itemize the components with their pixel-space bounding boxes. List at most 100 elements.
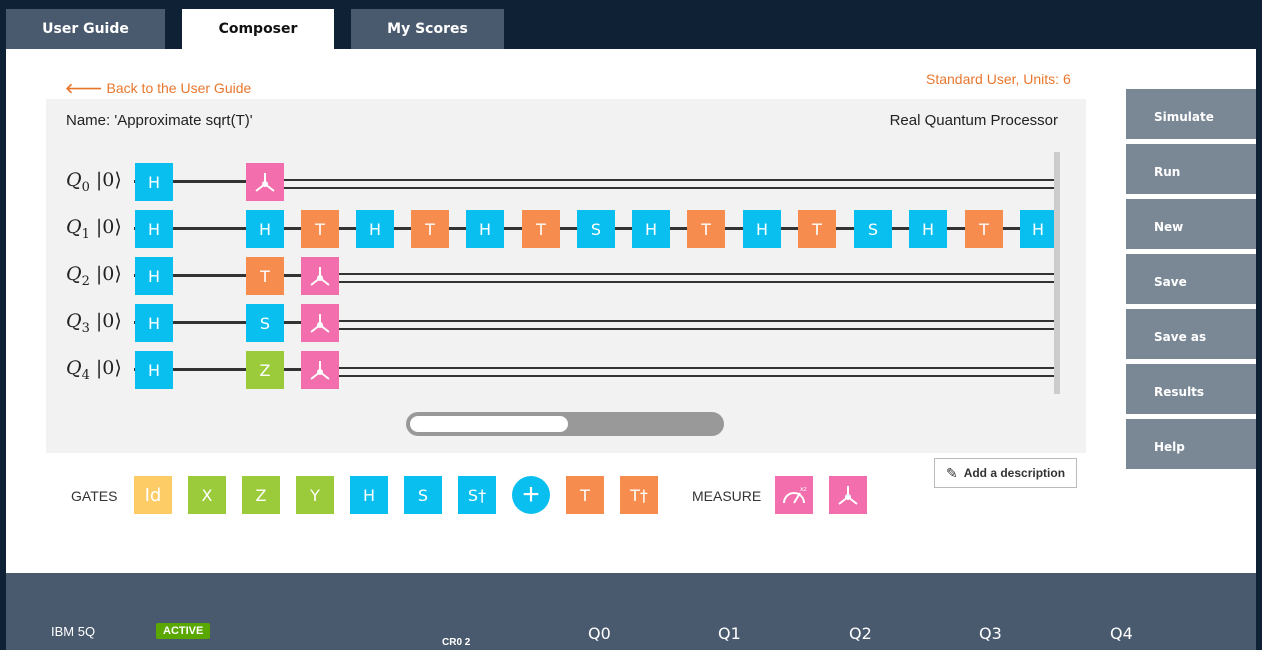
palette-gate-x[interactable]: X <box>188 476 226 514</box>
circuit-gate-z[interactable]: Z <box>246 351 284 389</box>
circuit-gate-h[interactable]: H <box>1020 210 1056 248</box>
circuit-gate-h[interactable]: H <box>135 257 173 295</box>
ket-zero: |0⟩ <box>95 216 122 238</box>
qubit-label-2: Q2 |0⟩ <box>66 263 122 289</box>
ket-zero: |0⟩ <box>95 357 122 379</box>
measure-gate[interactable] <box>246 163 284 201</box>
qubit-letter: Q <box>66 357 82 379</box>
palette-measure-bloch[interactable]: xz <box>775 476 813 514</box>
measure-gate[interactable] <box>301 257 339 295</box>
qubit-label-3: Q3 |0⟩ <box>66 310 122 336</box>
composer-panel: 🡐 Back to the User Guide Standard User, U… <box>6 49 1256 573</box>
back-to-user-guide-link[interactable]: 🡐 Back to the User Guide <box>65 80 251 97</box>
classical-wire-q0 <box>284 179 1056 181</box>
horizontal-scrollbar[interactable] <box>406 412 724 436</box>
circuit-gate-t[interactable]: T <box>687 210 725 248</box>
circuit-gate-t[interactable]: T <box>246 257 284 295</box>
back-link-label: Back to the User Guide <box>106 80 252 96</box>
circuit-gate-s[interactable]: S <box>577 210 615 248</box>
palette-gate-t[interactable]: T <box>566 476 604 514</box>
measure-gate[interactable] <box>301 304 339 342</box>
qubit-label-4: Q4 |0⟩ <box>66 357 122 383</box>
help-button[interactable]: Help <box>1126 419 1256 469</box>
circuit-gate-t[interactable]: T <box>411 210 449 248</box>
qubit-letter: Q <box>66 310 82 332</box>
new-button[interactable]: New <box>1126 199 1256 249</box>
circuit-name: Name: 'Approximate sqrt(T)' <box>66 112 253 129</box>
run-button[interactable]: Run <box>1126 144 1256 194</box>
circuit-gate-h[interactable]: H <box>743 210 781 248</box>
classical-wire-q3 <box>338 328 1056 330</box>
gauge-icon: xz <box>783 486 807 504</box>
circuit-gate-t[interactable]: T <box>965 210 1003 248</box>
circuit-gate-t[interactable]: T <box>798 210 836 248</box>
palette-gate-id[interactable]: Id <box>134 476 172 514</box>
status-badge: ACTIVE <box>156 623 211 639</box>
ket-zero: |0⟩ <box>95 263 122 285</box>
classical-register-label: CR0 2 <box>442 637 471 648</box>
tab-composer[interactable]: Composer <box>182 9 334 49</box>
classical-wire-q2 <box>338 281 1056 283</box>
measure-z-icon <box>838 486 858 505</box>
circuit-gate-h[interactable]: H <box>135 351 173 389</box>
circuit-gate-h[interactable]: H <box>135 304 173 342</box>
circuit-gate-s[interactable]: S <box>246 304 284 342</box>
tab-user-guide[interactable]: User Guide <box>6 9 165 49</box>
simulate-button[interactable]: Simulate <box>1126 89 1256 139</box>
circuit-gate-h[interactable]: H <box>356 210 394 248</box>
measure-z-icon <box>255 173 275 192</box>
footer-qubit-q0: Q0 <box>588 624 611 643</box>
palette-gate-s[interactable]: S <box>404 476 442 514</box>
footer-qubit-q3: Q3 <box>979 624 1002 643</box>
qubit-index: 4 <box>81 367 90 383</box>
palette-gate-y[interactable]: Y <box>296 476 334 514</box>
gates-label: GATES <box>71 488 118 504</box>
circuit-gate-s[interactable]: S <box>854 210 892 248</box>
circuit-gate-t[interactable]: T <box>301 210 339 248</box>
circuit-gate-t[interactable]: T <box>522 210 560 248</box>
palette-gate-z[interactable]: Z <box>242 476 280 514</box>
user-units: Standard User, Units: 6 <box>926 71 1071 87</box>
add-description-label: Add a description <box>963 466 1066 480</box>
footer-qubit-q1: Q1 <box>718 624 741 643</box>
palette-gate-cnot[interactable]: + <box>512 476 550 514</box>
circuit-gate-h[interactable]: H <box>135 163 173 201</box>
measure-z-icon <box>310 361 330 380</box>
classical-wire-q4 <box>338 375 1056 377</box>
backend-name: Real Quantum Processor <box>889 112 1058 129</box>
palette-measure-z[interactable] <box>829 476 867 514</box>
measure-gate[interactable] <box>301 351 339 389</box>
footer-qubit-q2: Q2 <box>849 624 872 643</box>
classical-wire-q4 <box>338 367 1056 369</box>
ket-zero: |0⟩ <box>95 169 122 191</box>
save-as-button[interactable]: Save as <box>1126 309 1256 359</box>
circuit-editor[interactable]: Name: 'Approximate sqrt(T)' Real Quantum… <box>46 99 1086 453</box>
palette-gate-tdg[interactable]: T† <box>620 476 658 514</box>
device-footer: IBM 5Q ACTIVE CR0 2 Q0 Q1 Q2 Q3 Q4 <box>6 573 1256 650</box>
circuit-gate-h[interactable]: H <box>909 210 947 248</box>
palette-gate-sdg[interactable]: S† <box>458 476 496 514</box>
palette-gate-h[interactable]: H <box>350 476 388 514</box>
classical-wire-q3 <box>338 320 1056 322</box>
scrollbar-thumb[interactable] <box>410 416 568 432</box>
measure-z-icon <box>310 314 330 333</box>
tab-my-scores[interactable]: My Scores <box>351 9 504 49</box>
results-button[interactable]: Results <box>1126 364 1256 414</box>
save-button[interactable]: Save <box>1126 254 1256 304</box>
circuit-gate-h[interactable]: H <box>135 210 173 248</box>
arrow-left-icon: 🡐 <box>65 80 103 96</box>
qubit-index: 0 <box>81 179 90 195</box>
measure-z-icon <box>310 267 330 286</box>
circuit-gate-h[interactable]: H <box>632 210 670 248</box>
footer-qubit-q4: Q4 <box>1110 624 1133 643</box>
circuit-gate-h[interactable]: H <box>246 210 284 248</box>
qubit-label-1: Q1 |0⟩ <box>66 216 122 242</box>
qubit-index: 2 <box>81 273 90 289</box>
classical-wire-q0 <box>284 187 1056 189</box>
edit-icon: ✎ <box>945 464 958 481</box>
add-description-button[interactable]: ✎ Add a description <box>934 458 1077 488</box>
svg-text:xz: xz <box>800 486 807 493</box>
circuit-gate-h[interactable]: H <box>466 210 504 248</box>
classical-wire-q2 <box>338 273 1056 275</box>
qubit-letter: Q <box>66 263 82 285</box>
